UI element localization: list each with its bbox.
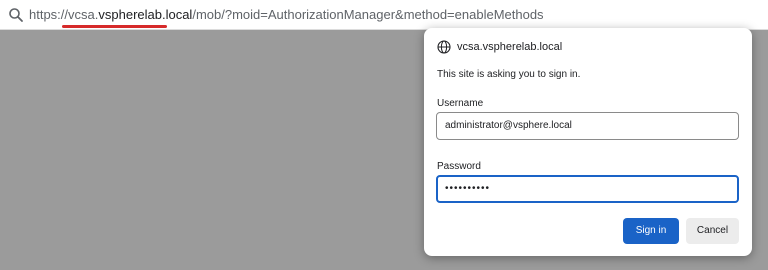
sign-in-button[interactable]: Sign in <box>623 218 679 244</box>
password-label: Password <box>437 161 481 172</box>
globe-icon <box>437 40 451 54</box>
url-scheme: https:// <box>29 7 69 22</box>
url-host-prefix: vcsa. <box>68 7 99 22</box>
url-text[interactable]: https://vcsa.vspherelab.local/mob/?moid=… <box>29 7 544 23</box>
sign-in-dialog: vcsa.vspherelab.local This site is askin… <box>424 28 752 256</box>
username-field[interactable]: administrator@vsphere.local <box>436 112 739 140</box>
url-host-underline <box>62 25 167 28</box>
url-path: /mob/?moid=AuthorizationManager&method=e… <box>192 7 544 22</box>
dialog-site-name: vcsa.vspherelab.local <box>457 41 563 53</box>
username-label: Username <box>437 98 484 109</box>
cancel-button[interactable]: Cancel <box>686 218 739 244</box>
address-bar[interactable]: https://vcsa.vspherelab.local/mob/?moid=… <box>0 0 768 30</box>
dialog-site-row: vcsa.vspherelab.local <box>437 40 562 54</box>
search-icon <box>8 7 24 23</box>
password-field[interactable]: •••••••••• <box>436 175 739 203</box>
url-host-domain: vspherelab.local <box>98 7 193 22</box>
dialog-prompt: This site is asking you to sign in. <box>437 69 581 80</box>
